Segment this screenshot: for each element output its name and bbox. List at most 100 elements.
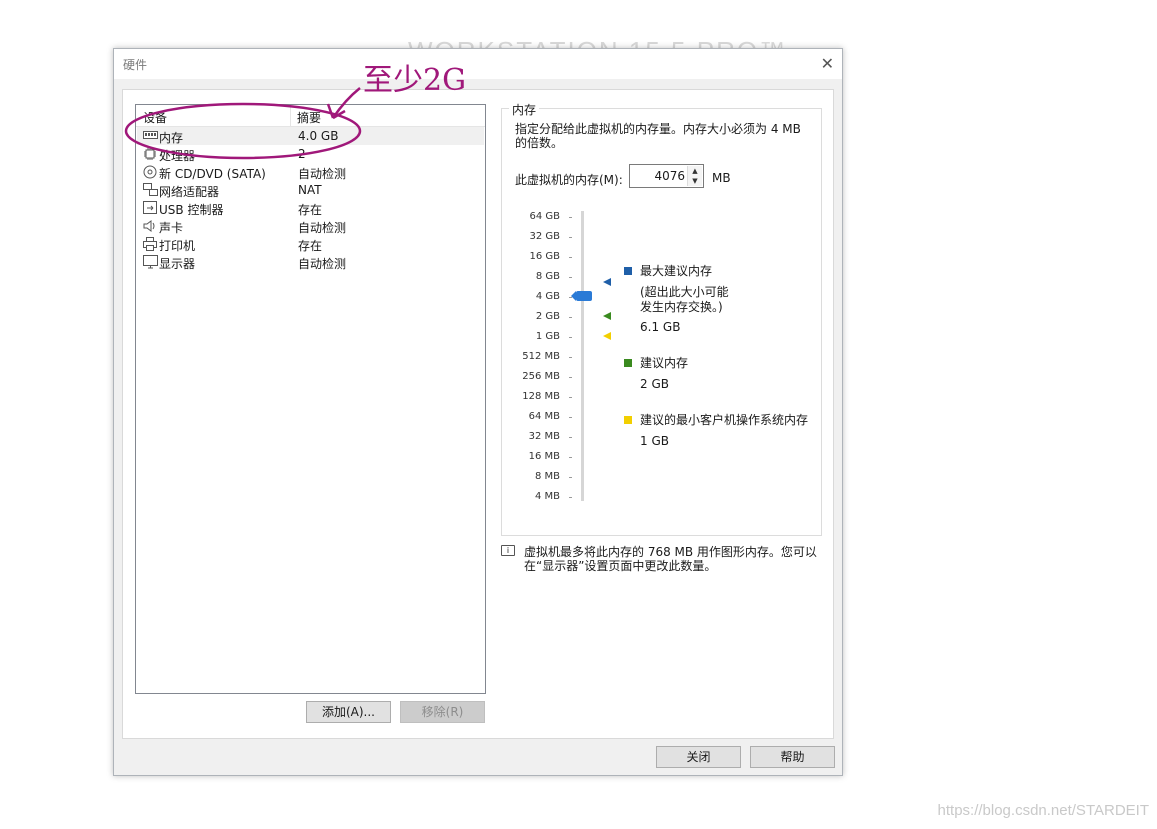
device-summary: 自动检测 xyxy=(298,167,347,181)
recommended-value: 2 GB xyxy=(640,377,669,391)
device-summary: 4.0 GB xyxy=(298,129,339,143)
max-recommended-legend-swatch xyxy=(624,267,632,275)
spin-up-icon[interactable]: ▲ xyxy=(687,166,702,176)
memory-slider-thumb[interactable] xyxy=(571,291,592,301)
scale-label: 8 MB xyxy=(534,471,560,482)
scale-label: 2 GB xyxy=(535,311,560,322)
graphics-memory-info-line: 虚拟机最多将此内存的 768 MB 用作图形内存。您可以 xyxy=(524,545,817,559)
scale-label: 4 GB xyxy=(535,291,560,302)
remove-button[interactable]: 移除(R) xyxy=(400,701,485,723)
printer-icon xyxy=(142,237,158,251)
device-row-usb-controller[interactable]: USB 控制器 存在 xyxy=(137,199,484,217)
recommended-legend-swatch xyxy=(624,359,632,367)
cd-dvd-icon xyxy=(142,165,158,179)
scale-label: 4 MB xyxy=(534,491,560,502)
recommended-legend: 建议内存 2 GB xyxy=(640,356,688,392)
display-icon xyxy=(142,255,158,269)
dialog-title: 硬件 xyxy=(123,58,148,72)
min-guest-marker xyxy=(603,332,611,340)
scale-label: 32 GB xyxy=(529,231,560,242)
min-guest-legend: 建议的最小客户机操作系统内存 1 GB xyxy=(640,413,808,449)
scale-tick xyxy=(569,317,572,318)
device-name: 打印机 xyxy=(159,239,196,253)
network-adapter-icon xyxy=(142,183,158,197)
memory-group-title: 内存 xyxy=(509,101,540,118)
device-row-memory[interactable]: 内存 4.0 GB xyxy=(137,127,484,145)
device-name: 显示器 xyxy=(159,257,196,271)
memory-slider-track[interactable] xyxy=(581,211,584,501)
memory-description-line: 指定分配给此虚拟机的内存量。内存大小必须为 4 MB xyxy=(515,122,801,136)
graphics-memory-info-line: 在“显示器”设置页面中更改此数量。 xyxy=(524,559,717,573)
memory-unit-label: MB xyxy=(712,171,731,185)
hardware-dialog: 硬件 ✕ 设备 摘要 内存 4.0 GB 处理器 2 新 CD/DVD (SAT… xyxy=(113,48,843,776)
scale-label: 16 GB xyxy=(529,251,560,262)
close-button[interactable]: 关闭 xyxy=(656,746,741,768)
scale-label: 1 GB xyxy=(535,331,560,342)
column-header-summary[interactable]: 摘要 xyxy=(297,109,321,126)
scale-tick xyxy=(569,217,572,218)
scale-label: 256 MB xyxy=(522,371,560,382)
device-summary: 2 xyxy=(298,147,306,161)
scale-tick xyxy=(569,257,572,258)
column-separator xyxy=(290,105,291,126)
device-name: 新 CD/DVD (SATA) xyxy=(159,167,266,181)
device-list-header: 设备 摘要 xyxy=(136,105,485,127)
device-name: USB 控制器 xyxy=(159,203,224,217)
memory-description-line: 的倍数。 xyxy=(515,136,564,150)
memory-input[interactable]: 4076 xyxy=(654,169,685,183)
device-row-cd-dvd[interactable]: 新 CD/DVD (SATA) 自动检测 xyxy=(137,163,484,181)
graphics-memory-info: 虚拟机最多将此内存的 768 MB 用作图形内存。您可以 在“显示器”设置页面中… xyxy=(524,545,824,573)
column-header-device[interactable]: 设备 xyxy=(143,109,167,126)
device-summary: 自动检测 xyxy=(298,257,347,271)
help-button[interactable]: 帮助 xyxy=(750,746,835,768)
watermark: https://blog.csdn.net/STARDEIT xyxy=(937,802,1149,819)
device-row-processor[interactable]: 处理器 2 xyxy=(137,145,484,163)
min-guest-value: 1 GB xyxy=(640,434,669,448)
recommended-title: 建议内存 xyxy=(640,356,689,370)
device-name: 处理器 xyxy=(159,149,196,163)
scale-tick xyxy=(569,237,572,238)
scale-label: 16 MB xyxy=(528,451,560,462)
scale-tick xyxy=(569,277,572,278)
spin-down-icon[interactable]: ▼ xyxy=(687,176,702,186)
device-name: 声卡 xyxy=(159,221,184,235)
scale-label: 32 MB xyxy=(528,431,560,442)
device-row-network-adapter[interactable]: 网络适配器 NAT xyxy=(137,181,484,199)
memory-spinbox[interactable]: 4076 ▲ ▼ xyxy=(629,164,704,188)
max-recommended-title: 最大建议内存 xyxy=(640,264,713,278)
info-icon: i xyxy=(501,545,515,556)
device-row-printer[interactable]: 打印机 存在 xyxy=(137,235,484,253)
scale-tick xyxy=(569,477,572,478)
scale-tick xyxy=(569,497,572,498)
scale-tick xyxy=(569,397,572,398)
max-recommended-legend: 最大建议内存 (超出此大小可能 发生内存交换。) 6.1 GB xyxy=(640,264,729,335)
annotation-text: 至少2G xyxy=(363,63,467,98)
scale-label: 8 GB xyxy=(535,271,560,282)
device-summary: 存在 xyxy=(298,203,323,217)
title-bar: 硬件 ✕ xyxy=(114,49,842,79)
max-recommended-value: 6.1 GB xyxy=(640,320,681,334)
scale-tick xyxy=(569,417,572,418)
memory-field-label: 此虚拟机的内存(M): xyxy=(515,173,623,187)
device-summary: NAT xyxy=(298,183,322,197)
max-recommended-note: (超出此大小可能 xyxy=(640,285,729,299)
scale-label: 128 MB xyxy=(522,391,560,402)
max-recommended-marker xyxy=(603,278,611,286)
max-recommended-note: 发生内存交换。) xyxy=(640,300,723,314)
device-row-display[interactable]: 显示器 自动检测 xyxy=(137,253,484,271)
usb-icon xyxy=(142,201,158,215)
processor-icon xyxy=(142,147,158,161)
memory-description: 指定分配给此虚拟机的内存量。内存大小必须为 4 MB 的倍数。 xyxy=(515,122,815,150)
close-icon[interactable]: ✕ xyxy=(821,54,834,73)
add-button[interactable]: 添加(A)... xyxy=(306,701,391,723)
scale-label: 512 MB xyxy=(522,351,560,362)
min-guest-title: 建议的最小客户机操作系统内存 xyxy=(640,413,809,427)
device-row-sound-card[interactable]: 声卡 自动检测 xyxy=(137,217,484,235)
device-name: 网络适配器 xyxy=(159,185,220,199)
scale-tick xyxy=(569,437,572,438)
scale-tick xyxy=(569,357,572,358)
scale-label: 64 MB xyxy=(528,411,560,422)
memory-icon xyxy=(142,129,158,143)
device-summary: 存在 xyxy=(298,239,323,253)
device-name: 内存 xyxy=(159,131,184,145)
